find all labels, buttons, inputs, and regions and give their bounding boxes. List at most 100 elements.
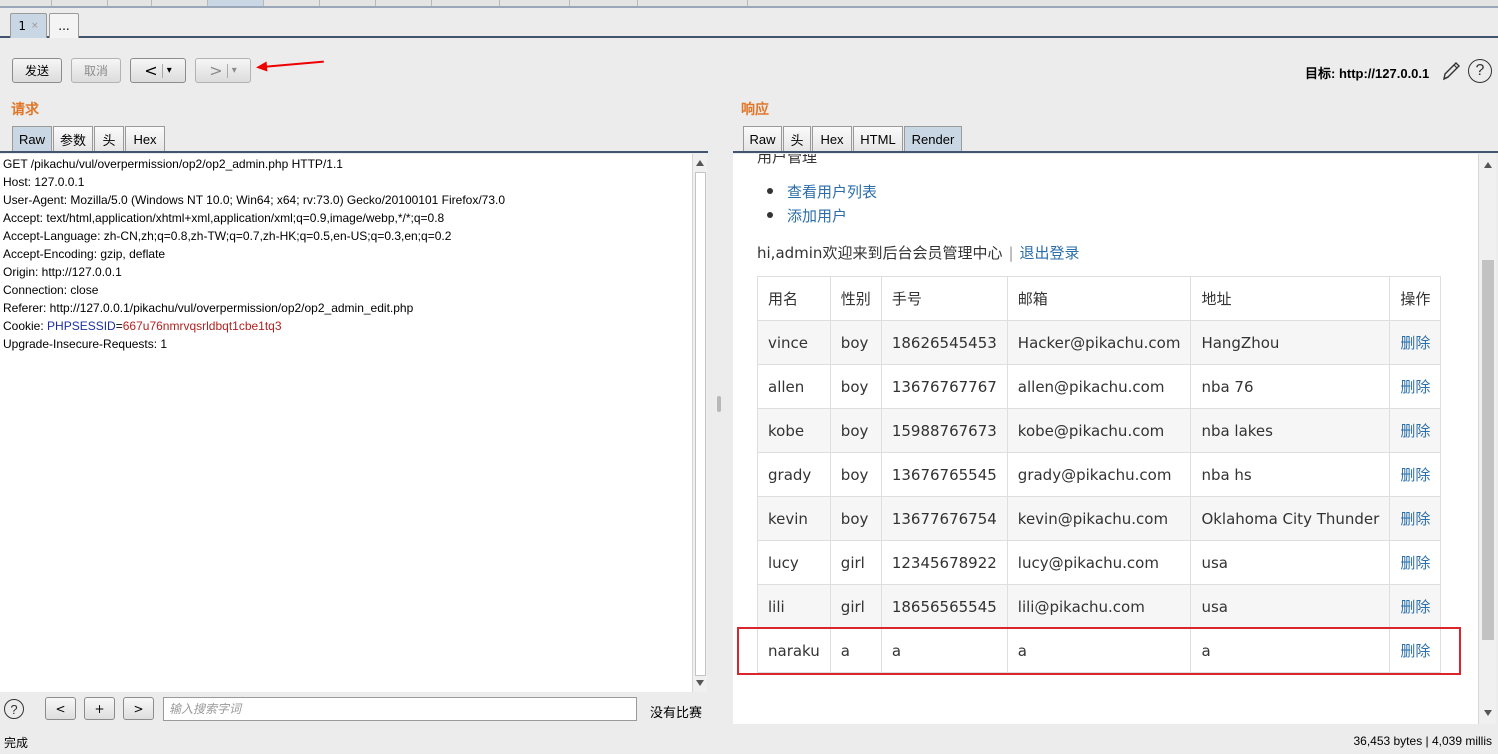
request-tab-params[interactable]: 参数 — [53, 126, 93, 151]
response-scrollbar[interactable] — [1478, 154, 1496, 724]
red-arrow-icon — [255, 61, 268, 73]
cell-username: kobe — [757, 408, 831, 453]
view-users-link[interactable]: 查看用户列表 — [787, 181, 877, 202]
search-next-button[interactable]: > — [123, 697, 154, 720]
response-title: 响应 — [741, 102, 769, 118]
table-row: lucy girl 12345678922 lucy@pikachu.com u… — [757, 540, 1442, 585]
request-tab-rule — [0, 151, 708, 153]
cell-sex: boy — [829, 452, 882, 497]
request-tab-hex[interactable]: Hex — [125, 126, 165, 151]
chevron-right-icon: > — [209, 61, 223, 80]
repeater-tab-1[interactable]: 1 × — [10, 13, 47, 38]
column-header: 用名 — [757, 276, 831, 321]
table-row: kevin boy 13677676754 kevin@pikachu.com … — [757, 496, 1442, 541]
delete-link[interactable]: 删除 — [1389, 452, 1442, 497]
cell-email: lucy@pikachu.com — [1006, 540, 1192, 585]
back-button[interactable]: < ▾ — [130, 58, 186, 83]
request-tab-raw[interactable]: Raw — [12, 126, 52, 151]
cookie-prefix: Cookie: — [3, 319, 48, 333]
forward-button[interactable]: > ▾ — [195, 58, 251, 83]
welcome-text: hi,admin欢迎来到后台会员管理中心 — [757, 244, 1003, 262]
delete-link[interactable]: 删除 — [1389, 320, 1442, 365]
close-icon[interactable]: × — [31, 21, 39, 31]
response-stats: 36,453 bytes | 4,039 millis — [1353, 734, 1492, 748]
response-tab-headers[interactable]: 头 — [783, 126, 811, 151]
target-label[interactable]: 目标: http://127.0.0.1 — [1305, 63, 1429, 82]
request-line: Accept: text/html,application/xhtml+xml,… — [3, 211, 445, 225]
request-tab-headers[interactable]: 头 — [94, 126, 124, 151]
response-tab-rule — [733, 151, 1498, 153]
red-arrow-line — [261, 60, 324, 68]
search-add-button[interactable]: + — [84, 697, 115, 720]
users-table: 用名 性别 手号 邮箱 地址 操作 vince boy 18626545453 … — [757, 276, 1442, 673]
cell-username: vince — [757, 320, 831, 365]
search-input[interactable] — [163, 697, 637, 721]
cell-sex: boy — [829, 320, 882, 365]
response-tab-html[interactable]: HTML — [853, 126, 903, 151]
cell-phone: 15988767673 — [880, 408, 1008, 453]
dropdown-icon: ▾ — [231, 65, 237, 76]
cell-sex: boy — [829, 364, 882, 409]
page-heading: 用户管理 — [757, 154, 818, 166]
cookie-equals: = — [115, 319, 123, 333]
request-line: Origin: http://127.0.0.1 — [3, 265, 122, 279]
cell-email: lili@pikachu.com — [1006, 584, 1192, 629]
cell-phone: 18626545453 — [880, 320, 1008, 365]
request-editor[interactable]: GET /pikachu/vul/overpermission/op2/op2_… — [0, 154, 692, 692]
scroll-down-icon[interactable] — [696, 680, 704, 686]
scroll-thumb[interactable] — [695, 172, 706, 676]
table-header-row: 用名 性别 手号 邮箱 地址 操作 — [757, 276, 1442, 321]
request-line: Connection: close — [3, 283, 99, 297]
upper-tab-strip — [0, 0, 1498, 8]
delete-link[interactable]: 删除 — [1389, 584, 1442, 629]
cell-email: grady@pikachu.com — [1006, 452, 1192, 497]
request-scrollbar[interactable] — [692, 154, 707, 692]
cell-address: nba lakes — [1190, 408, 1391, 453]
table-row: allen boy 13676767767 allen@pikachu.com … — [757, 364, 1442, 409]
scroll-up-icon[interactable] — [696, 160, 704, 166]
delete-link[interactable]: 删除 — [1389, 408, 1442, 453]
help-icon[interactable]: ? — [4, 699, 24, 719]
cookie-name: PHPSESSID — [47, 319, 116, 333]
scroll-down-icon[interactable] — [1484, 710, 1492, 716]
repeater-window: 1 × ... 发送 取消 < ▾ > ▾ 目标: http://127.0.0… — [0, 0, 1498, 754]
request-line: Accept-Language: zh-CN,zh;q=0.8,zh-TW;q=… — [3, 229, 452, 243]
delete-link[interactable]: 删除 — [1389, 540, 1442, 585]
new-tab-button[interactable]: ... — [49, 13, 79, 38]
table-row: vince boy 18626545453 Hacker@pikachu.com… — [757, 320, 1442, 365]
edit-pencil-icon[interactable] — [1440, 59, 1462, 83]
request-line: Referer: http://127.0.0.1/pikachu/vul/ov… — [3, 301, 414, 315]
cell-address: nba hs — [1190, 452, 1391, 497]
table-row: kobe boy 15988767673 kobe@pikachu.com nb… — [757, 408, 1442, 453]
help-icon[interactable]: ? — [1468, 59, 1492, 83]
send-button[interactable]: 发送 — [12, 58, 62, 83]
cell-username: kevin — [757, 496, 831, 541]
scroll-up-icon[interactable] — [1484, 162, 1492, 168]
column-header: 性别 — [829, 276, 882, 321]
repeater-tab-bar: 1 × ... — [0, 8, 1498, 38]
cell-address: usa — [1190, 584, 1391, 629]
cancel-button[interactable]: 取消 — [71, 58, 121, 83]
cell-phone: 13676767767 — [880, 364, 1008, 409]
search-prev-button[interactable]: < — [45, 697, 76, 720]
response-tab-raw[interactable]: Raw — [743, 126, 782, 151]
cell-sex: boy — [829, 408, 882, 453]
splitter-handle[interactable] — [717, 396, 721, 412]
cookie-value: 667u76nmrvqsrldbqt1cbe1tq3 — [122, 319, 282, 333]
red-highlight-box — [737, 627, 1461, 675]
column-header: 邮箱 — [1006, 276, 1192, 321]
response-tab-hex[interactable]: Hex — [812, 126, 852, 151]
request-line: Host: 127.0.0.1 — [3, 175, 85, 189]
response-tab-render[interactable]: Render — [904, 126, 962, 151]
cell-sex: girl — [829, 584, 882, 629]
logout-link[interactable]: 退出登录 — [1020, 244, 1080, 262]
scroll-thumb[interactable] — [1482, 260, 1494, 640]
delete-link[interactable]: 删除 — [1389, 364, 1442, 409]
add-user-link[interactable]: 添加用户 — [787, 205, 847, 226]
search-match-status: 没有比赛 — [650, 706, 703, 721]
dropdown-icon: ▾ — [166, 65, 172, 76]
cell-address: Oklahoma City Thunder — [1190, 496, 1391, 541]
cell-sex: boy — [829, 496, 882, 541]
delete-link[interactable]: 删除 — [1389, 496, 1442, 541]
cell-username: lili — [757, 584, 831, 629]
